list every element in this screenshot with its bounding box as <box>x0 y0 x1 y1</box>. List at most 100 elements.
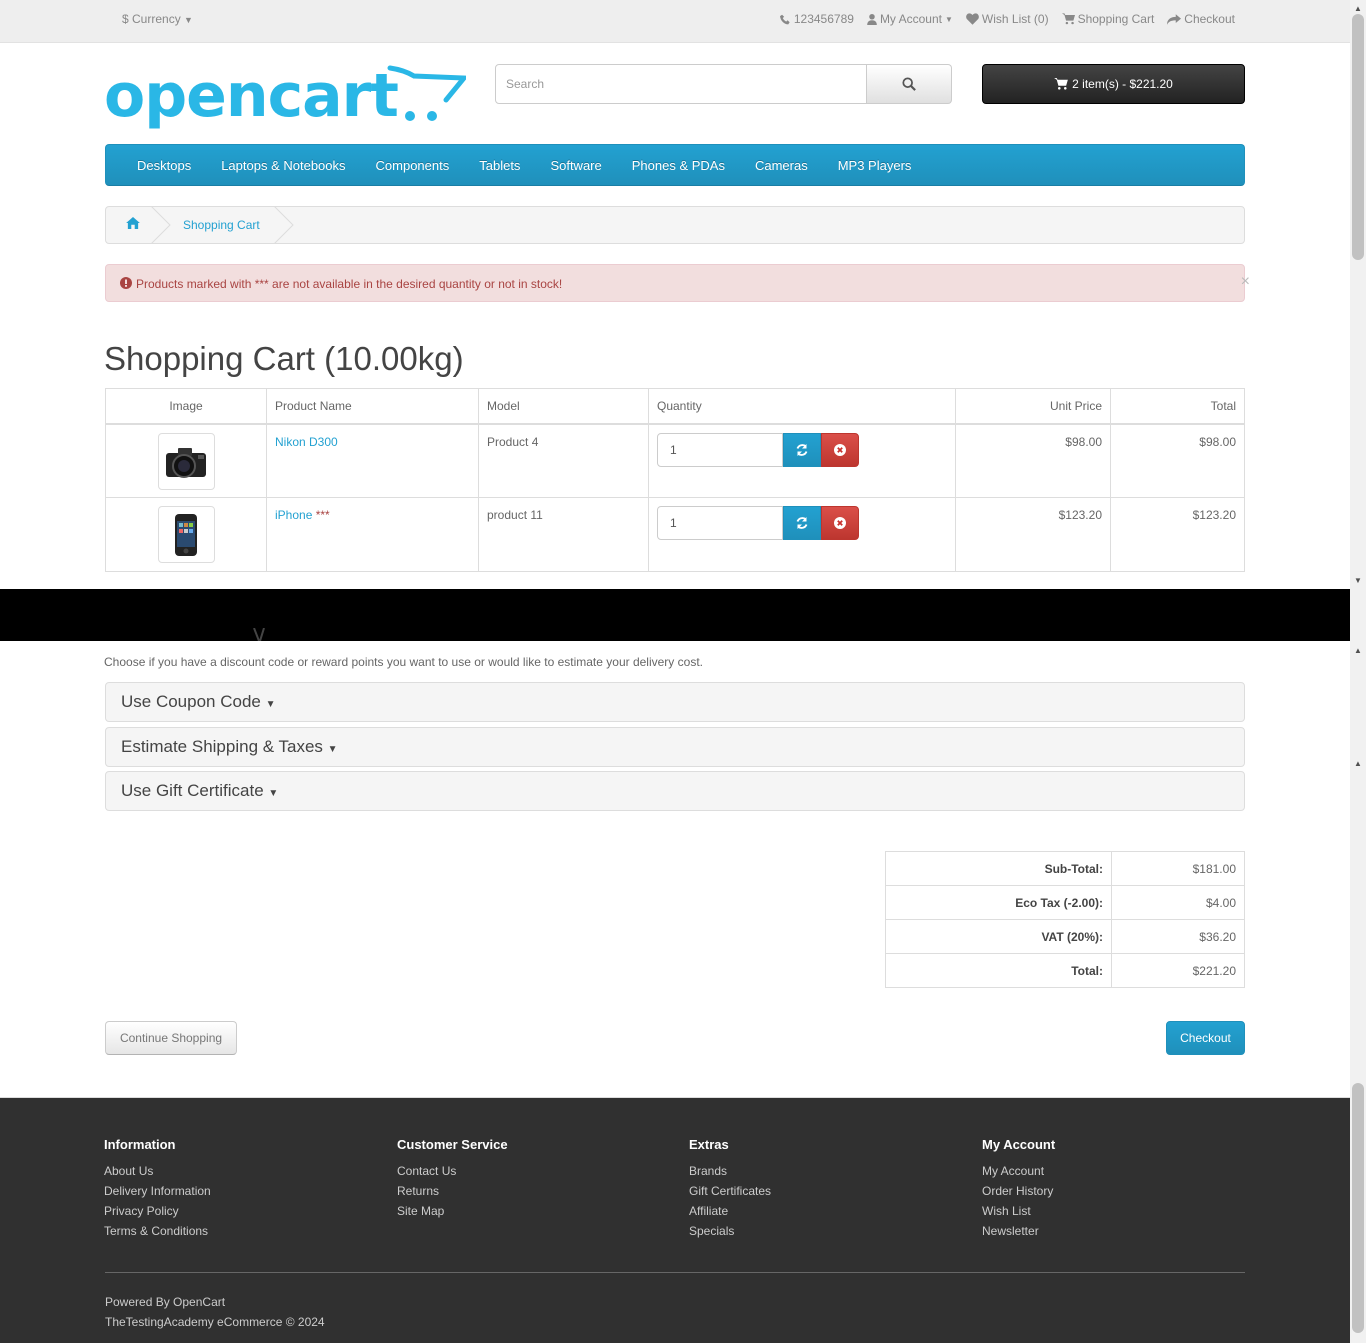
footer-heading: Customer Service <box>397 1137 508 1152</box>
panel-title-text: Use Coupon Code <box>121 692 261 711</box>
scroll-down-arrow[interactable]: ▼ <box>1354 576 1362 585</box>
footer-link[interactable]: Wish List <box>982 1201 1055 1221</box>
phone-link[interactable]: 123456789 <box>779 12 854 26</box>
currency-dropdown[interactable]: $ Currency ▼ <box>122 12 193 26</box>
footer-link[interactable]: Site Map <box>397 1201 508 1221</box>
opencart-link[interactable]: OpenCart <box>173 1295 225 1309</box>
alert-close-button[interactable]: × <box>1241 273 1250 291</box>
menu-item-tablets[interactable]: Tablets <box>464 158 535 173</box>
coupon-panel-toggle[interactable]: Use Coupon Code ▼ <box>105 682 1245 722</box>
menu-item-mp3[interactable]: MP3 Players <box>823 158 927 173</box>
main-menu: Desktops Laptops & Notebooks Components … <box>105 144 1245 186</box>
heart-icon <box>966 13 979 25</box>
footer-link[interactable]: My Account <box>982 1161 1055 1181</box>
caret-down-icon: ▼ <box>268 788 279 799</box>
menu-item-laptops[interactable]: Laptops & Notebooks <box>206 158 360 173</box>
shipping-panel-toggle[interactable]: Estimate Shipping & Taxes ▼ <box>105 727 1245 767</box>
menu-item-desktops[interactable]: Desktops <box>122 158 206 173</box>
product-image-cell <box>105 423 267 498</box>
checkout-button[interactable]: Checkout <box>1166 1021 1245 1055</box>
checkout-link[interactable]: Checkout <box>1167 12 1235 26</box>
menu-item-phones[interactable]: Phones & PDAs <box>617 158 740 173</box>
gift-certificate-panel-toggle[interactable]: Use Gift Certificate ▼ <box>105 771 1245 811</box>
stock-alert: Products marked with *** are not availab… <box>105 264 1250 302</box>
footer-link[interactable]: Privacy Policy <box>104 1201 211 1221</box>
totals-value: $221.20 <box>1111 953 1245 988</box>
times-circle-icon <box>834 517 846 529</box>
totals-label: Eco Tax (-2.00): <box>885 885 1112 920</box>
footer-link[interactable]: About Us <box>104 1161 211 1181</box>
remove-button[interactable] <box>821 506 859 540</box>
refresh-icon <box>796 517 808 529</box>
checkout-label: Checkout <box>1184 12 1235 26</box>
scrollbar[interactable]: ▲ ▼ ▲ ▲ <box>1350 0 1366 1343</box>
camera-image <box>166 448 206 478</box>
model-cell: Product 4 <box>478 423 649 498</box>
scrollbar-thumb[interactable] <box>1352 14 1364 260</box>
powered-by-prefix: Powered By <box>105 1295 174 1309</box>
breadcrumb-home[interactable] <box>126 217 140 232</box>
refresh-icon <box>796 443 808 456</box>
scroll-up-arrow[interactable]: ▲ <box>1354 759 1362 768</box>
logo[interactable]: opencart <box>104 61 470 136</box>
product-thumbnail[interactable] <box>157 432 215 490</box>
update-button[interactable] <box>783 506 821 540</box>
footer-link[interactable]: Newsletter <box>982 1221 1055 1241</box>
alert-text: Products marked with *** are not availab… <box>136 277 563 291</box>
footer-link[interactable]: Affiliate <box>689 1201 771 1221</box>
footer-link[interactable]: Delivery Information <box>104 1181 211 1201</box>
shopping-cart-link[interactable]: Shopping Cart <box>1061 12 1154 26</box>
footer-column-extras: Extras Brands Gift Certificates Affiliat… <box>689 1137 771 1241</box>
search-input[interactable] <box>495 64 867 104</box>
breadcrumb-item-shopping-cart[interactable]: Shopping Cart <box>183 218 260 232</box>
caret-down-icon: ▼ <box>184 15 193 25</box>
footer-divider <box>105 1272 1245 1273</box>
product-name-link[interactable]: Nikon D300 <box>275 435 338 449</box>
breadcrumb-separator <box>273 206 294 244</box>
menu-item-software[interactable]: Software <box>535 158 616 173</box>
product-thumbnail[interactable] <box>157 506 215 563</box>
menu-item-components[interactable]: Components <box>361 158 465 173</box>
unit-price-cell: $123.20 <box>955 497 1111 572</box>
footer-link[interactable]: Specials <box>689 1221 771 1241</box>
quantity-cell <box>648 497 956 572</box>
breadcrumb: Shopping Cart <box>105 206 1245 244</box>
total-cell: $98.00 <box>1110 423 1245 498</box>
footer-link[interactable]: Gift Certificates <box>689 1181 771 1201</box>
footer-link[interactable]: Returns <box>397 1181 508 1201</box>
scrollbar-thumb[interactable] <box>1352 1083 1364 1333</box>
footer-link[interactable]: Order History <box>982 1181 1055 1201</box>
my-account-dropdown[interactable]: My Account ▼ <box>867 12 953 26</box>
quantity-input[interactable] <box>657 506 783 540</box>
update-button[interactable] <box>783 432 821 467</box>
totals-value: $4.00 <box>1111 885 1245 920</box>
logo-text: opencart <box>104 64 398 131</box>
model-cell: product 11 <box>478 497 649 572</box>
totals-label: Total: <box>885 953 1112 988</box>
search-button[interactable] <box>867 64 952 104</box>
footer-link[interactable]: Contact Us <box>397 1161 508 1181</box>
footer-link[interactable]: Brands <box>689 1161 771 1181</box>
menu-item-cameras[interactable]: Cameras <box>740 158 823 173</box>
cart-total-button[interactable]: 2 item(s) - $221.20 <box>982 64 1245 104</box>
footer-column-my-account: My Account My Account Order History Wish… <box>982 1137 1055 1241</box>
totals-label: Sub-Total: <box>885 851 1112 886</box>
panel-title-text: Use Gift Certificate <box>121 781 264 800</box>
quantity-input[interactable] <box>657 432 783 467</box>
remove-button[interactable] <box>821 432 859 467</box>
product-name-link[interactable]: iPhone <box>275 508 312 522</box>
continue-shopping-button[interactable]: Continue Shopping <box>105 1021 237 1055</box>
stock-mark: *** <box>312 508 330 522</box>
panel-title: Use Coupon Code ▼ <box>121 692 276 712</box>
my-account-label: My Account <box>879 12 942 26</box>
scroll-up-arrow[interactable]: ▲ <box>1354 4 1362 13</box>
footer-link[interactable]: Terms & Conditions <box>104 1221 211 1241</box>
column-header-unit-price: Unit Price <box>955 388 1111 425</box>
column-header-model: Model <box>478 388 649 425</box>
column-header-total: Total <box>1110 388 1245 425</box>
totals-row: VAT (20%): $36.20 <box>885 919 1245 954</box>
wish-list-link[interactable]: Wish List (0) <box>966 12 1049 26</box>
panel-title: Use Gift Certificate ▼ <box>121 781 278 801</box>
scroll-up-arrow[interactable]: ▲ <box>1354 646 1362 655</box>
caret-down-icon: ▼ <box>265 699 276 710</box>
